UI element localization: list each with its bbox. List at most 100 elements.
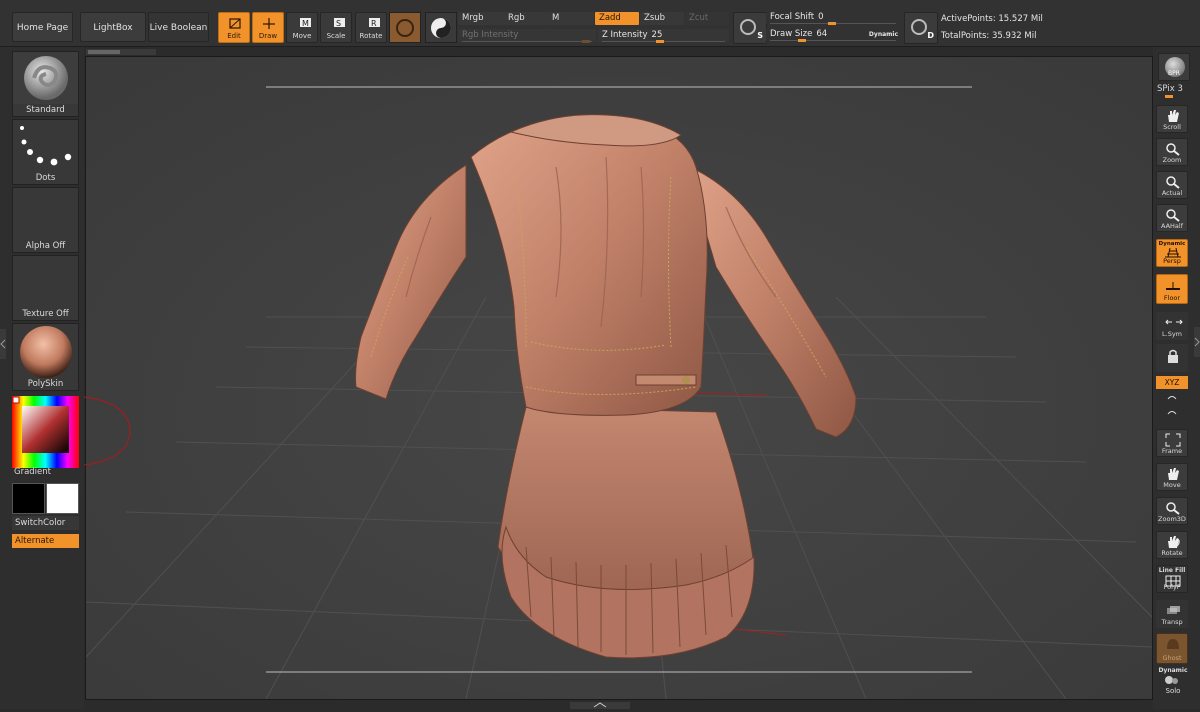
draw-size-value: 64 [816,29,828,39]
draw-size-slider[interactable]: Draw Size 64 Dynamic [766,28,900,42]
rotate-view-label: Rotate [1161,549,1183,557]
lightbox-button[interactable]: LightBox [80,12,146,42]
stroke-mode-s-button[interactable]: S [733,12,767,44]
top-toolbar: Home Page LightBox Live Boolean Edit Dra… [0,0,1200,47]
rotate-button[interactable]: R Rotate [355,12,387,43]
move-view-label: Move [1163,481,1181,489]
alternate-button[interactable]: Alternate [12,534,79,548]
home-page-button[interactable]: Home Page [12,12,73,42]
material-sphere-button[interactable] [389,12,421,43]
z-intensity-label: Z Intensity [602,30,648,40]
rotate-label: Rotate [359,32,383,40]
mrgb-button[interactable]: Mrgb [458,12,504,25]
live-boolean-button[interactable]: Live Boolean [148,12,209,42]
solo-icon[interactable] [1163,675,1181,685]
solo-dynamic-label: Dynamic [1158,667,1188,674]
sphere-icon [396,19,414,37]
color-picker[interactable] [12,396,79,468]
hand-icon [1168,110,1179,122]
z-intensity-slider[interactable]: Z Intensity 25 [598,29,729,43]
bpr-label: BPR [1168,70,1180,77]
floor-label: Floor [1163,294,1181,302]
ghost-icon [1167,639,1179,649]
right-tray: BPR SPix 3 Scroll Zoom Actual AAHalf Dyn… [1153,47,1200,709]
zoom-button[interactable]: Zoom [1156,138,1188,166]
edit-icon [229,18,241,29]
zoom3d-button[interactable]: Zoom3D [1156,497,1188,525]
move-button[interactable]: M Move [286,12,318,43]
z-intensity-value: 25 [651,30,663,40]
transp-button[interactable]: Transp [1156,600,1188,628]
rotate-view-button[interactable]: Rotate [1156,531,1188,559]
polyskin-material-icon [20,326,72,378]
local-symmetry-button[interactable]: L.Sym [1156,312,1188,340]
spix-slider[interactable]: SPix 3 [1157,84,1193,98]
texture-selector[interactable]: Texture Off [12,255,79,321]
line-fill-label: Line Fill [1158,567,1186,574]
aahalf-label: AAHalf [1160,222,1184,230]
draw-size-label: Draw Size [770,29,813,39]
bottom-tray-handle[interactable] [570,702,630,709]
polyf-label: PolyF [1163,583,1181,591]
frame-icon [1165,433,1181,447]
svg-text:S: S [336,19,341,28]
bpr-button[interactable]: BPR [1158,53,1190,81]
move-label: Move [292,32,312,40]
scale-button[interactable]: S Scale [320,12,352,43]
rotate-axis-icons[interactable] [1165,392,1179,422]
stroke-mode-d-button[interactable]: D [904,12,938,44]
frame-button[interactable]: Frame [1156,429,1188,457]
scene-render[interactable] [86,57,1152,699]
actual-button[interactable]: Actual [1156,171,1188,199]
brush-selector[interactable]: Standard [12,51,79,117]
scroll-button[interactable]: Scroll [1156,105,1188,133]
gradient-label[interactable]: Gradient [14,467,51,477]
focal-shift-value: 0 [818,12,824,22]
edit-button[interactable]: Edit [218,12,250,43]
floor-button[interactable]: Floor [1156,274,1188,304]
move-icon: M [300,18,311,28]
spix-label: SPix [1157,84,1175,94]
rgb-button[interactable]: Rgb [504,12,548,25]
switch-color-button[interactable]: SwitchColor [12,516,79,530]
ghost-button[interactable]: Ghost [1156,633,1188,664]
brush-cursor-ring [84,396,131,466]
primary-color-swatch[interactable] [12,483,45,514]
floor-icon [1166,282,1180,290]
m-button[interactable]: M [548,12,594,25]
standard-brush-icon [24,56,68,100]
scale-label: Scale [326,32,346,40]
color-wheel[interactable] [12,396,79,468]
polyf-button[interactable]: Line Fill PolyF [1156,565,1188,593]
symmetry-button[interactable] [425,12,457,43]
persp-button[interactable]: Dynamic Persp [1156,239,1188,267]
zsub-button[interactable]: Zsub [640,12,684,25]
stroke-label: Dots [13,172,78,184]
chevron-left-icon [0,339,6,349]
move-view-button[interactable]: Move [1156,463,1188,491]
rgb-intensity-label: Rgb Intensity [462,30,519,40]
scale-icon: S [334,18,345,28]
focal-shift-slider[interactable]: Focal Shift 0 [766,11,900,25]
yin-yang-icon [431,18,451,38]
right-tray-handle[interactable] [1194,327,1200,357]
canvas-viewport[interactable] [85,56,1153,700]
rgb-intensity-slider[interactable]: Rgb Intensity [458,29,596,43]
zadd-button[interactable]: Zadd [595,12,639,25]
document-scrollbar[interactable] [86,49,156,55]
stroke-selector[interactable]: Dots [12,119,79,185]
secondary-color-swatch[interactable] [46,483,79,514]
target-icon [740,19,756,35]
dots-stroke-icon [20,126,72,166]
lock-button[interactable] [1156,344,1188,372]
draw-button[interactable]: Draw [252,12,284,43]
transp-label: Transp [1161,618,1183,626]
xyz-button[interactable]: XYZ [1156,376,1188,389]
zcut-button[interactable]: Zcut [685,12,729,25]
aahalf-button[interactable]: AAHalf [1156,204,1188,232]
material-selector[interactable]: PolySkin [12,323,79,391]
solo-button[interactable]: Solo [1156,687,1190,695]
alpha-selector[interactable]: Alpha Off [12,187,79,253]
left-tray-handle[interactable] [0,329,6,359]
magnifier-icon [1166,209,1180,222]
